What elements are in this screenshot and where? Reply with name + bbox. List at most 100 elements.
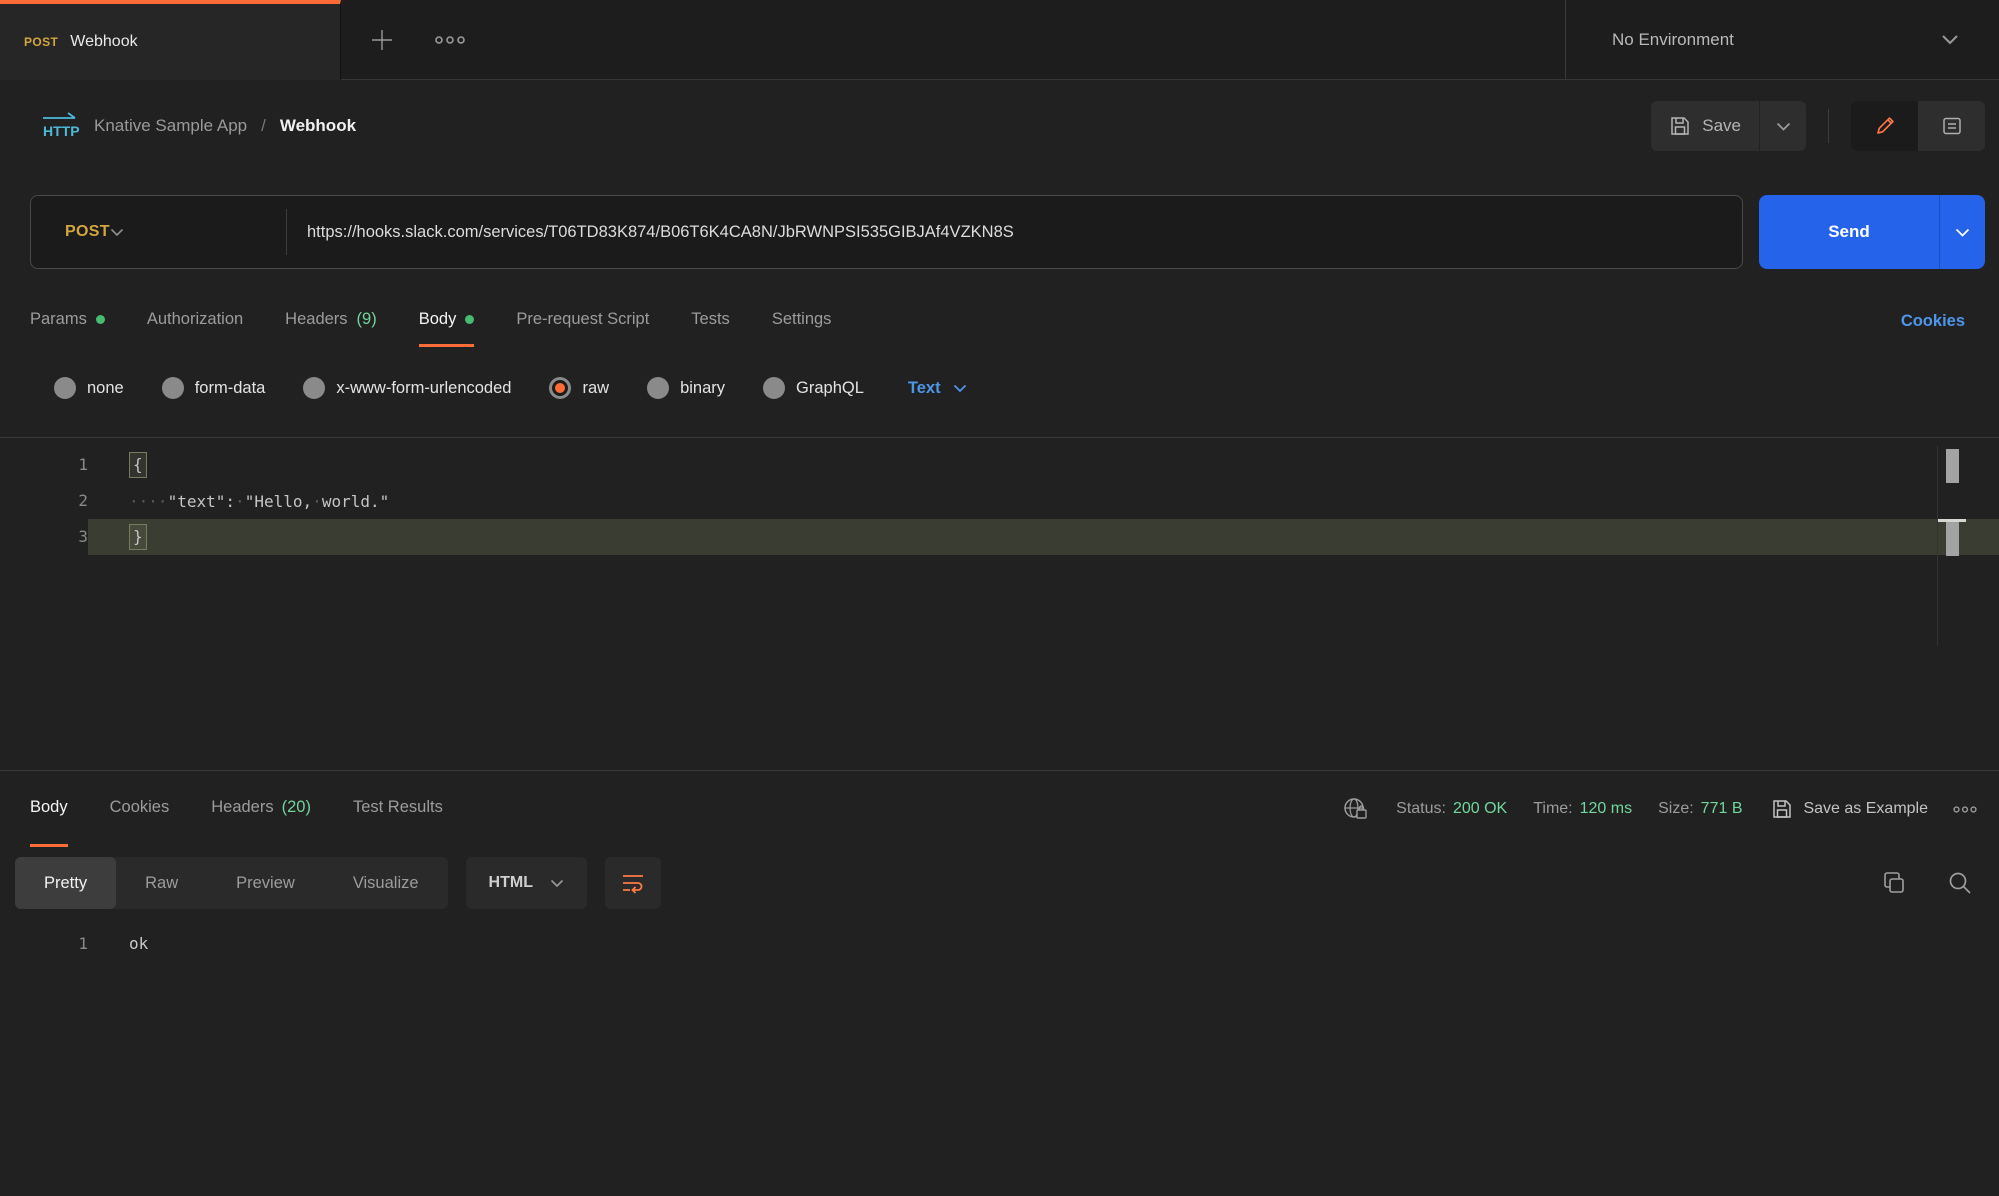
code-line: 1 { (0, 447, 1999, 483)
tab-headers[interactable]: Headers (9) (285, 295, 377, 347)
request-header: HTTP Knative Sample App / Webhook Save (0, 80, 1999, 172)
body-type-none[interactable]: none (54, 377, 124, 399)
environment-selector[interactable]: No Environment (1565, 0, 1999, 80)
response-toolbar: Pretty Raw Preview Visualize HTML (0, 857, 1999, 909)
breadcrumb-collection[interactable]: Knative Sample App (94, 116, 247, 136)
view-pretty[interactable]: Pretty (15, 857, 116, 909)
ellipsis-icon (435, 36, 465, 44)
view-visualize[interactable]: Visualize (324, 857, 448, 909)
headers-count-badge: (9) (357, 310, 377, 329)
params-active-dot (96, 315, 105, 324)
body-type-graphql[interactable]: GraphQL (763, 377, 864, 399)
response-tab-test-results[interactable]: Test Results (353, 771, 443, 847)
tab-settings[interactable]: Settings (772, 295, 832, 347)
method-label: POST (65, 223, 110, 241)
save-button-label: Save (1702, 116, 1741, 136)
http-request-icon: HTTP (40, 111, 80, 141)
send-split-button: Send (1759, 195, 1985, 269)
code-line-current: 3 } (0, 519, 1999, 555)
chevron-down-icon (1955, 228, 1970, 237)
radio-icon (303, 377, 325, 399)
search-button[interactable] (1947, 870, 1973, 896)
response-body-viewer[interactable]: 1 ok (0, 925, 1999, 961)
tab-options-button[interactable] (431, 21, 469, 59)
code-line: 2 ····"text":·"Hello,·world." (0, 483, 1999, 519)
radio-icon (647, 377, 669, 399)
header-divider (1828, 109, 1829, 143)
response-tab-body[interactable]: Body (30, 771, 68, 847)
tab-label: Tests (691, 310, 730, 329)
response-tab-headers[interactable]: Headers (20) (211, 771, 311, 847)
tab-pre-request-script[interactable]: Pre-request Script (516, 295, 649, 347)
editor-overview-ruler[interactable] (1937, 446, 1965, 646)
headers-count-badge: (20) (282, 798, 311, 817)
tab-method-label: POST (24, 35, 58, 49)
tab-tests[interactable]: Tests (691, 295, 730, 347)
save-as-example-button[interactable]: Save as Example (1771, 798, 1928, 820)
save-options-button[interactable] (1760, 101, 1806, 151)
tab-label: Headers (285, 310, 347, 329)
ellipsis-icon (1953, 806, 1977, 813)
request-tab-active[interactable]: POST Webhook (0, 0, 341, 80)
tab-label: Cookies (110, 798, 170, 817)
copy-button[interactable] (1881, 870, 1907, 896)
chevron-down-icon (110, 228, 146, 237)
floppy-save-icon (1771, 798, 1793, 820)
new-tab-button[interactable] (363, 21, 401, 59)
line-number: 2 (0, 483, 88, 519)
body-type-urlencoded[interactable]: x-www-form-urlencoded (303, 377, 511, 399)
radio-icon (162, 377, 184, 399)
response-tab-cookies[interactable]: Cookies (110, 771, 170, 847)
time-value: 120 ms (1580, 800, 1632, 818)
raw-language-selector[interactable]: Text (908, 379, 967, 398)
url-bar: POST (30, 195, 1743, 269)
body-type-binary[interactable]: binary (647, 377, 725, 399)
breadcrumb-separator: / (261, 116, 266, 136)
radio-label: form-data (195, 379, 266, 398)
body-type-options: none form-data x-www-form-urlencoded raw… (0, 373, 1999, 403)
radio-icon (763, 377, 785, 399)
tab-params[interactable]: Params (30, 295, 105, 347)
tab-label: Settings (772, 310, 832, 329)
comments-button[interactable] (1918, 101, 1985, 151)
chevron-down-icon (953, 384, 967, 393)
documentation-edit-button[interactable] (1851, 101, 1918, 151)
response-line: 1 ok (0, 925, 1999, 961)
view-preview[interactable]: Preview (207, 857, 324, 909)
save-button[interactable]: Save (1651, 101, 1759, 151)
method-selector[interactable]: POST (31, 223, 286, 241)
response-format-selector[interactable]: HTML (466, 857, 587, 909)
cookies-link[interactable]: Cookies (1901, 312, 1965, 331)
line-number: 1 (0, 934, 88, 953)
wrap-lines-button[interactable] (605, 857, 661, 909)
request-body-editor[interactable]: 1 { 2 ····"text":·"Hello,·world." 3 } (0, 437, 1999, 770)
send-button[interactable]: Send (1759, 195, 1939, 269)
tab-authorization[interactable]: Authorization (147, 295, 243, 347)
tab-label: Body (419, 310, 457, 329)
environment-label: No Environment (1612, 30, 1941, 50)
side-panel-toggle-group (1851, 101, 1985, 151)
status-pair: Status: 200 OK (1396, 800, 1507, 818)
radio-icon (54, 377, 76, 399)
url-input[interactable] (287, 223, 1742, 242)
radio-selected-icon (549, 377, 571, 399)
size-label: Size: (1658, 800, 1694, 818)
open-brace: { (129, 452, 147, 478)
status-value: 200 OK (1453, 800, 1507, 818)
view-raw[interactable]: Raw (116, 857, 207, 909)
tab-body[interactable]: Body (419, 295, 475, 347)
radio-label: x-www-form-urlencoded (336, 379, 511, 398)
tab-label: Params (30, 310, 87, 329)
body-type-form-data[interactable]: form-data (162, 377, 266, 399)
size-pair: Size: 771 B (1658, 800, 1742, 818)
comment-icon (1941, 115, 1963, 137)
response-options-button[interactable] (1953, 806, 1977, 813)
body-type-raw[interactable]: raw (549, 377, 609, 399)
send-options-button[interactable] (1939, 195, 1985, 269)
breadcrumb-request-name[interactable]: Webhook (280, 116, 356, 136)
network-globe-lock-icon[interactable] (1342, 796, 1370, 822)
save-split-button: Save (1651, 101, 1806, 151)
plus-icon (369, 27, 395, 53)
url-row: POST Send (0, 195, 1999, 269)
code-text: ····"text":·"Hello,·world." (129, 492, 389, 511)
